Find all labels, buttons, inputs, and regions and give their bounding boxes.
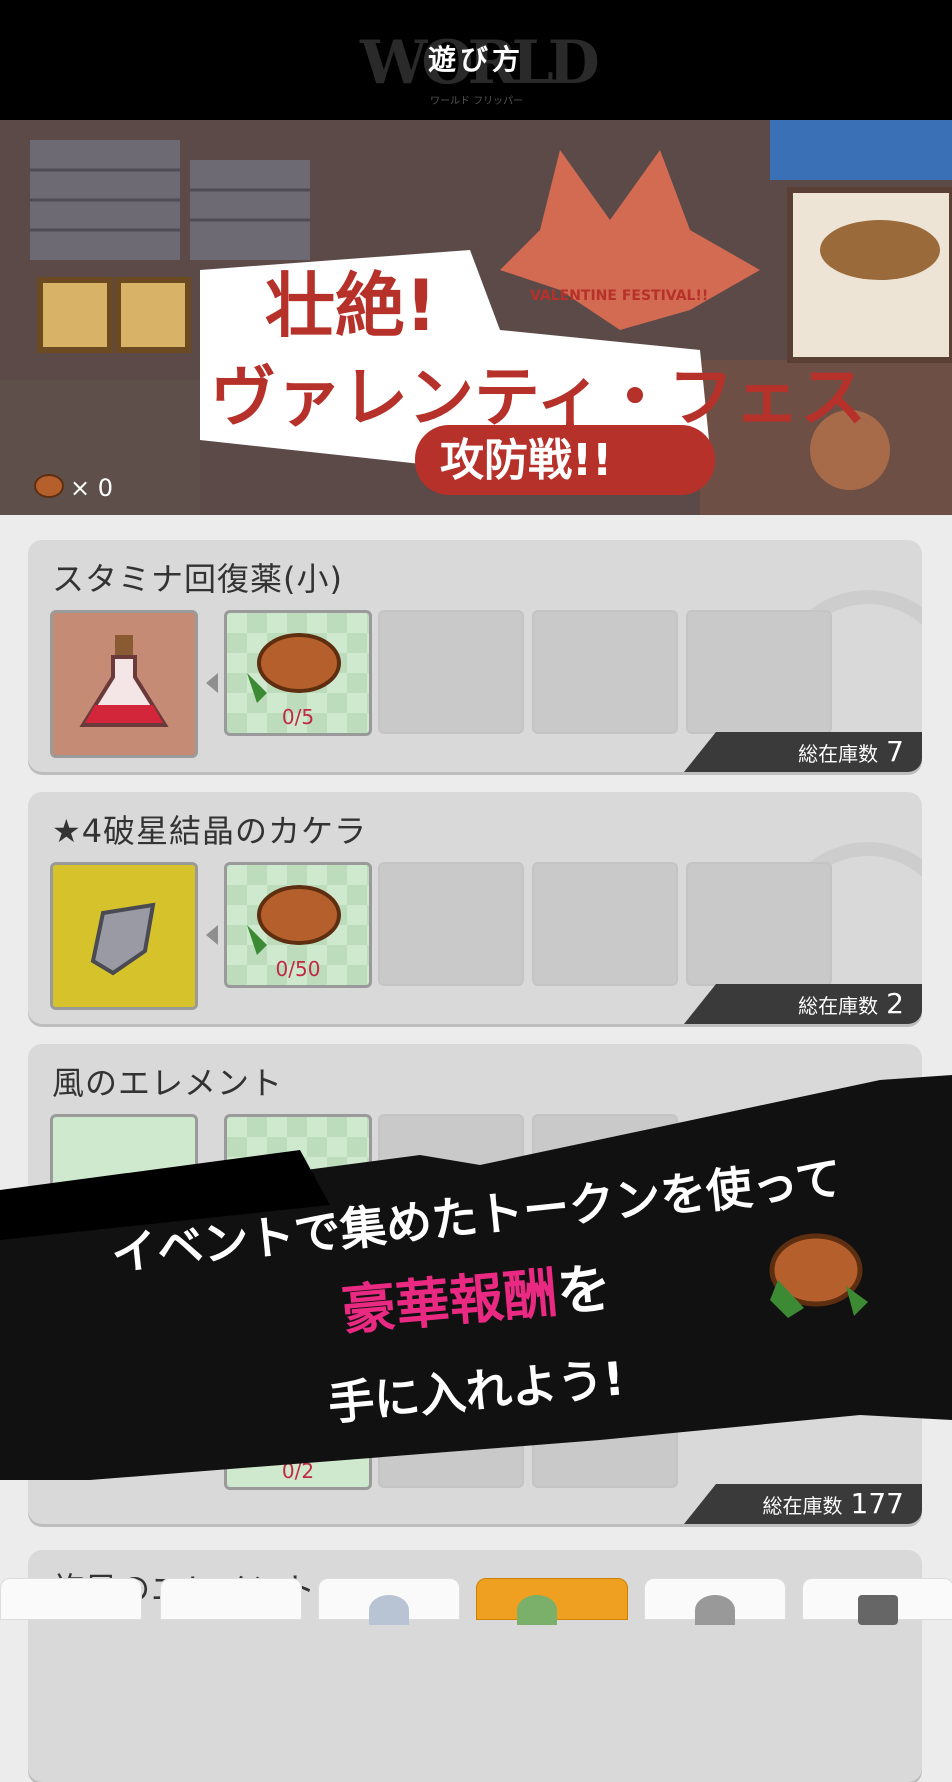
token-counter: × 0: [34, 474, 113, 502]
gacha-icon: [695, 1595, 735, 1625]
empty-slot: [532, 862, 678, 986]
tab-item[interactable]: [644, 1578, 786, 1625]
banner-title-line1: 壮絶!: [265, 265, 437, 347]
banner-title-line2: ヴァレンティ・フェス: [210, 359, 866, 436]
tab-item[interactable]: [160, 1578, 302, 1620]
item-name: ★4破星結晶のカケラ: [52, 812, 368, 850]
exchange-item-card[interactable]: スタミナ回復薬(小) 0/5 総在庫数 7: [28, 540, 922, 772]
empty-slot: [686, 610, 832, 734]
empty-slot: [532, 610, 678, 734]
reward-item-slot[interactable]: [50, 610, 198, 758]
banner-title-line3: 攻防戦!!: [440, 435, 612, 486]
token-cost: 0/50: [275, 957, 321, 981]
potion-icon: [53, 613, 195, 755]
token-cost-slot: 0/50: [224, 862, 372, 988]
game-logo-subtitle: ワールド フリッパー: [430, 96, 524, 107]
empty-slot: [378, 862, 524, 986]
event-banner: 壮絶! ヴァレンティ・フェス VALENTINE FESTIVAL!! 攻防戦!…: [0, 120, 952, 515]
character-icon: [369, 1595, 409, 1625]
how-to-play-title[interactable]: 遊び方: [0, 38, 952, 78]
empty-slot: [378, 610, 524, 734]
empty-slot: [686, 862, 832, 986]
tab-item-active[interactable]: [476, 1578, 628, 1625]
bottom-tab-bar: [0, 1568, 952, 1625]
token-cost-slot: 0/5: [224, 610, 372, 736]
token-cost: 0/5: [281, 705, 315, 729]
crystal-shard-icon: [53, 865, 195, 1007]
cocoa-token-icon: [247, 633, 341, 703]
header-bar: WORLD FLIPPER ワールド フリッパー 遊び方: [0, 0, 952, 188]
tab-item[interactable]: [802, 1578, 952, 1625]
tab-item[interactable]: [0, 1578, 142, 1620]
exchange-arrow-icon: [206, 673, 218, 693]
stock-badge: 総在庫数 177: [684, 1484, 922, 1524]
banner-subtitle: VALENTINE FESTIVAL!!: [530, 288, 708, 304]
cocoa-token-icon: [34, 474, 64, 498]
promo-overlay: イベントで集めたトークンを使って 豪華報酬を 手に入れよう!: [0, 1040, 952, 1480]
cocoa-token-icon: [247, 885, 341, 955]
event-icon: [517, 1595, 557, 1625]
reward-item-slot[interactable]: [50, 862, 198, 1010]
exchange-arrow-icon: [206, 925, 218, 945]
exchange-item-card[interactable]: ★4破星結晶のカケラ 0/50 総在庫数 2: [28, 792, 922, 1024]
menu-icon: [858, 1595, 898, 1625]
stock-badge: 総在庫数 7: [684, 732, 922, 772]
banner-art: 壮絶! ヴァレンティ・フェス VALENTINE FESTIVAL!! 攻防戦!…: [0, 120, 952, 515]
stock-badge: 総在庫数 2: [684, 984, 922, 1024]
item-name: スタミナ回復薬(小): [52, 560, 343, 598]
tab-item[interactable]: [318, 1578, 460, 1625]
